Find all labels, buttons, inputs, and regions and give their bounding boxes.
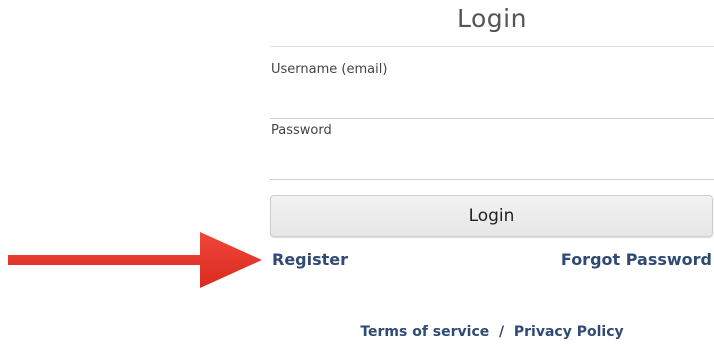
username-label: Username (email): [271, 62, 388, 77]
password-input[interactable]: [270, 149, 714, 177]
privacy-policy-link[interactable]: Privacy Policy: [514, 324, 624, 340]
footer-separator: /: [494, 324, 510, 340]
red-arrow-annotation-icon: [8, 232, 262, 288]
register-link[interactable]: Register: [272, 250, 348, 269]
password-field[interactable]: Password: [270, 123, 714, 180]
login-page: Login Username (email) Password Login Re…: [0, 0, 714, 344]
arrow-shape: [8, 232, 262, 288]
username-field[interactable]: Username (email): [270, 62, 714, 119]
page-title: Login: [457, 4, 527, 33]
title-divider: [270, 46, 714, 47]
password-label: Password: [271, 123, 332, 138]
terms-of-service-link[interactable]: Terms of service: [360, 324, 489, 340]
forgot-password-link[interactable]: Forgot Password: [561, 250, 712, 269]
login-button[interactable]: Login: [270, 195, 713, 237]
username-input[interactable]: [270, 88, 714, 116]
footer-links: Terms of service / Privacy Policy: [270, 324, 714, 340]
